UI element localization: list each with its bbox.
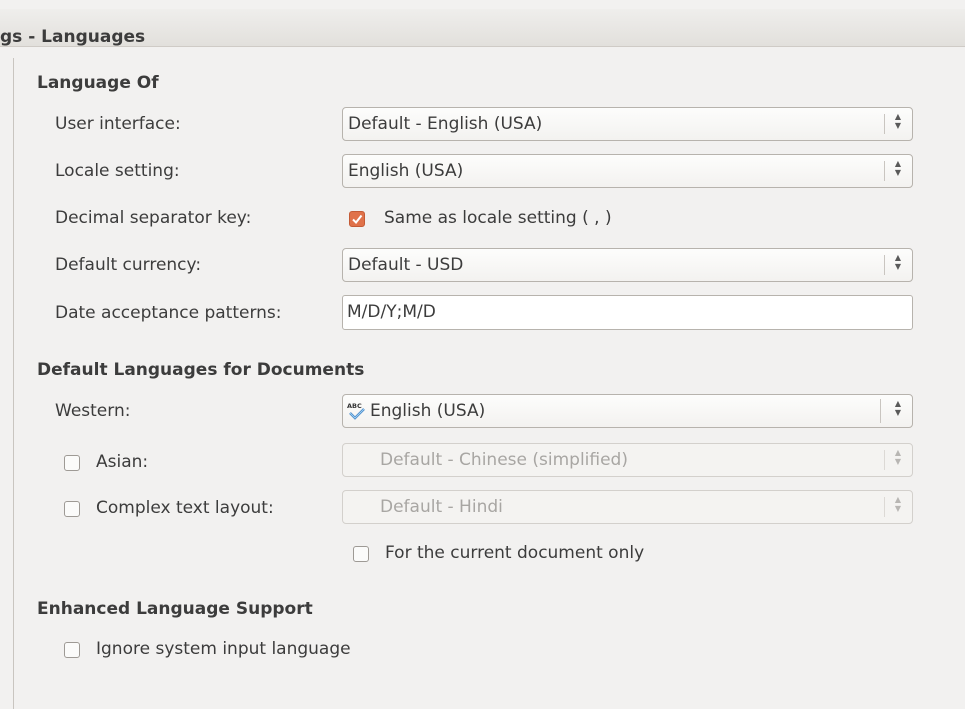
asian-language-value: Default - Chinese (simplified) bbox=[380, 450, 628, 470]
combo-separator bbox=[884, 497, 885, 517]
combo-separator bbox=[884, 255, 885, 275]
combo-separator bbox=[884, 161, 885, 181]
default-currency-value: Default - USD bbox=[348, 255, 464, 275]
date-patterns-label: Date acceptance patterns: bbox=[55, 303, 282, 323]
ignore-system-input-label[interactable]: Ignore system input language bbox=[96, 639, 351, 659]
dialog-title: gs - Languages bbox=[0, 27, 146, 47]
section-default-languages: Default Languages for Documents bbox=[37, 360, 365, 380]
user-interface-value: Default - English (USA) bbox=[348, 114, 543, 134]
navigation-panel-edge bbox=[13, 58, 14, 709]
locale-setting-select[interactable]: English (USA) ▲ ▼ bbox=[342, 154, 913, 188]
ignore-system-input-checkbox[interactable] bbox=[64, 642, 80, 658]
spin-arrows-icon[interactable]: ▲ ▼ bbox=[890, 495, 906, 519]
spin-arrows-icon[interactable]: ▲ ▼ bbox=[890, 253, 906, 277]
ctl-language-value: Default - Hindi bbox=[380, 497, 503, 517]
western-label: Western: bbox=[55, 401, 131, 421]
western-language-select[interactable]: ABC English (USA) ▲ ▼ bbox=[342, 394, 913, 428]
asian-label[interactable]: Asian: bbox=[96, 452, 148, 472]
locale-setting-label: Locale setting: bbox=[55, 161, 180, 181]
spin-arrows-icon[interactable]: ▲ ▼ bbox=[890, 112, 906, 136]
ctl-label[interactable]: Complex text layout: bbox=[96, 498, 274, 518]
ctl-checkbox[interactable] bbox=[64, 501, 80, 517]
spellcheck-abc-icon: ABC bbox=[347, 402, 365, 420]
asian-language-select[interactable]: Default - Chinese (simplified) ▲ ▼ bbox=[342, 443, 913, 477]
user-interface-select[interactable]: Default - English (USA) ▲ ▼ bbox=[342, 107, 913, 141]
dialog-titlebar: gs - Languages bbox=[0, 9, 965, 47]
date-patterns-input[interactable] bbox=[347, 302, 897, 322]
section-language-of: Language Of bbox=[37, 73, 159, 93]
decimal-separator-label: Decimal separator key: bbox=[55, 208, 252, 228]
user-interface-label: User interface: bbox=[55, 114, 181, 134]
spin-arrows-icon[interactable]: ▲ ▼ bbox=[890, 448, 906, 472]
western-language-value: English (USA) bbox=[370, 401, 486, 421]
default-currency-label: Default currency: bbox=[55, 255, 202, 275]
locale-setting-value: English (USA) bbox=[348, 161, 464, 181]
checkmark-icon bbox=[352, 214, 363, 225]
combo-separator bbox=[880, 399, 881, 423]
section-enhanced-language: Enhanced Language Support bbox=[37, 599, 313, 619]
svg-text:ABC: ABC bbox=[347, 402, 362, 410]
default-currency-select[interactable]: Default - USD ▲ ▼ bbox=[342, 248, 913, 282]
decimal-separator-checkbox[interactable] bbox=[349, 211, 365, 227]
date-patterns-field[interactable] bbox=[342, 295, 913, 330]
ctl-language-select[interactable]: Default - Hindi ▲ ▼ bbox=[342, 490, 913, 524]
current-doc-only-label[interactable]: For the current document only bbox=[385, 543, 644, 563]
decimal-separator-checkbox-label[interactable]: Same as locale setting ( , ) bbox=[384, 208, 612, 228]
combo-separator bbox=[884, 114, 885, 134]
spin-arrows-icon[interactable]: ▲ ▼ bbox=[890, 159, 906, 183]
asian-checkbox[interactable] bbox=[64, 455, 80, 471]
spin-arrows-icon[interactable]: ▲ ▼ bbox=[890, 399, 906, 423]
combo-separator bbox=[884, 450, 885, 470]
current-doc-only-checkbox[interactable] bbox=[353, 546, 369, 562]
